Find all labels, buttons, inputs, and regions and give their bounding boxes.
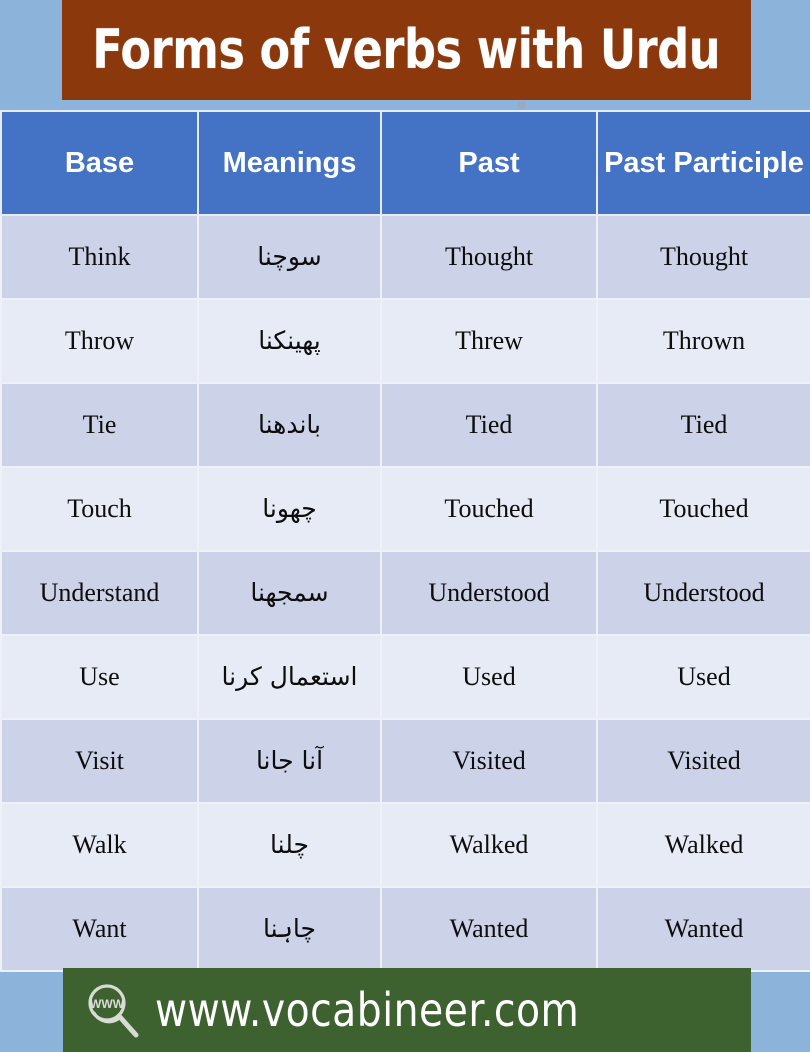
cell-meaning: چلنا [197, 802, 382, 888]
cell-base: Throw [0, 298, 199, 384]
column-header-past: Past [380, 110, 598, 216]
table-header-row: Base Meanings Past Past Participle [0, 110, 810, 216]
cell-past: Walked [380, 802, 598, 888]
cell-base: Think [0, 214, 199, 300]
cell-past-participle: Used [596, 634, 810, 720]
cell-base: Visit [0, 718, 199, 804]
cell-base: Touch [0, 466, 199, 552]
cell-past-participle: Visited [596, 718, 810, 804]
title-banner: Forms of verbs with Urdu [62, 0, 751, 100]
cell-past: Used [380, 634, 598, 720]
footer-bar: WWW www.vocabineer.com [63, 968, 751, 1052]
www-logo-text: WWW [90, 997, 125, 1011]
table-row: Tie باندھنا Tied Tied [0, 382, 810, 468]
cell-meaning: استعمال کرنا [197, 634, 382, 720]
cell-meaning: آنا جانا [197, 718, 382, 804]
magnifier-www-logo-icon: WWW [88, 984, 139, 1038]
image-artifact-speck [518, 102, 526, 109]
cell-past-participle: Understood [596, 550, 810, 636]
cell-meaning: سوچنا [197, 214, 382, 300]
table-row: Throw پھینکنا Threw Thrown [0, 298, 810, 384]
cell-past: Understood [380, 550, 598, 636]
column-header-meanings: Meanings [197, 110, 382, 216]
cell-past: Tied [380, 382, 598, 468]
cell-base: Use [0, 634, 199, 720]
page-title: Forms of verbs with Urdu [92, 18, 721, 81]
table-body: Think سوچنا Thought Thought Throw پھینکن… [0, 214, 810, 972]
cell-past-participle: Thought [596, 214, 810, 300]
cell-past: Threw [380, 298, 598, 384]
cell-meaning: باندھنا [197, 382, 382, 468]
table-row: Touch چھونا Touched Touched [0, 466, 810, 552]
cell-meaning: پھینکنا [197, 298, 382, 384]
table-row: Walk چلنا Walked Walked [0, 802, 810, 888]
cell-past: Touched [380, 466, 598, 552]
verb-forms-table: Base Meanings Past Past Participle Think… [0, 110, 810, 972]
cell-past-participle: Touched [596, 466, 810, 552]
footer-website-url[interactable]: www.vocabineer.com [155, 983, 579, 1037]
cell-base: Want [0, 886, 199, 972]
cell-base: Tie [0, 382, 199, 468]
column-header-past-participle: Past Participle [596, 110, 810, 216]
table-row: Understand سمجھنا Understood Understood [0, 550, 810, 636]
cell-past: Thought [380, 214, 598, 300]
cell-past: Visited [380, 718, 598, 804]
cell-base: Understand [0, 550, 199, 636]
cell-past: Wanted [380, 886, 598, 972]
cell-meaning: چھونا [197, 466, 382, 552]
column-header-base: Base [0, 110, 199, 216]
table-row: Use استعمال کرنا Used Used [0, 634, 810, 720]
table-row: Want چاہنا Wanted Wanted [0, 886, 810, 972]
table-row: Think سوچنا Thought Thought [0, 214, 810, 300]
cell-past-participle: Walked [596, 802, 810, 888]
cell-base: Walk [0, 802, 199, 888]
cell-past-participle: Thrown [596, 298, 810, 384]
cell-meaning: سمجھنا [197, 550, 382, 636]
table-row: Visit آنا جانا Visited Visited [0, 718, 810, 804]
cell-past-participle: Wanted [596, 886, 810, 972]
cell-past-participle: Tied [596, 382, 810, 468]
cell-meaning: چاہنا [197, 886, 382, 972]
